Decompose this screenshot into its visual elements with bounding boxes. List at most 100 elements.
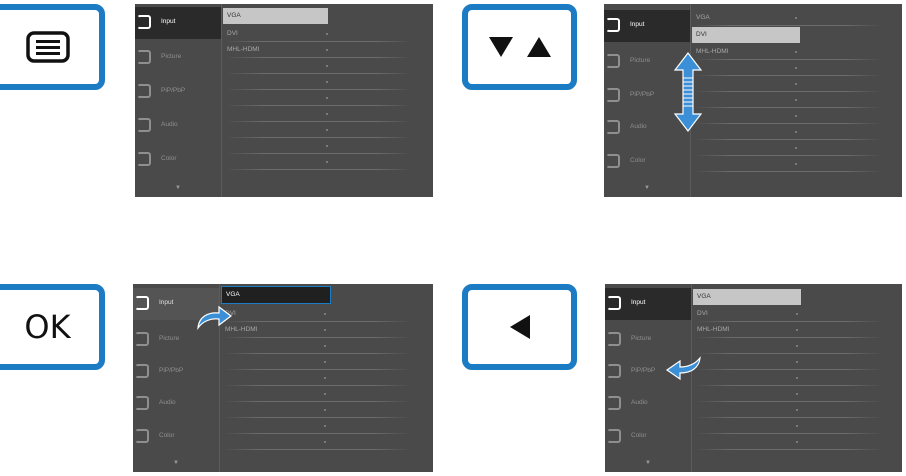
more-down-indicator: ▼ [175,185,181,191]
option-empty [693,338,883,354]
option-label: DVI [696,31,707,38]
sidebar-item-audio[interactable]: Audio [133,388,219,420]
option-vga[interactable]: VGA [692,10,882,26]
sidebar-item-audio[interactable]: Audio [605,388,691,420]
option-empty [693,434,883,450]
bullet [796,425,798,427]
sidebar-item-label: Color [159,432,175,439]
option-mhl-hdmi[interactable]: MHL-HDMI [223,42,413,58]
sidebar-item-label: Picture [631,335,652,342]
audio-icon [137,118,151,132]
option-empty [221,338,411,354]
option-empty [221,370,411,386]
audio-icon [606,120,620,134]
bullet [326,81,328,83]
curved-right-arrow-icon [197,305,232,330]
input-icon [607,296,621,310]
bullet [324,361,326,363]
option-vga[interactable]: VGA [223,8,328,24]
sidebar-item-label: Picture [630,57,651,64]
bullet [795,131,797,133]
option-vga[interactable]: VGA [221,286,331,304]
bullet [326,161,328,163]
sidebar-item-label: Input [631,299,646,306]
option-dvi[interactable]: DVI [692,27,800,43]
picture-icon [607,332,621,346]
sidebar-item-picture[interactable]: Picture [135,42,221,74]
sidebar-item-picture[interactable]: Picture [605,324,691,356]
option-mhl-hdmi[interactable]: MHL-HDMI [693,322,883,338]
option-mhl-hdmi[interactable]: MHL-HDMI [692,44,882,60]
sidebar-item-label: Color [161,155,177,162]
up-down-button[interactable] [462,4,577,90]
divider [695,449,883,450]
bullet [326,97,328,99]
option-dvi[interactable]: DVI [223,26,413,42]
sidebar-item-color[interactable]: Color [605,421,691,453]
option-empty [692,60,882,76]
sidebar-item-color[interactable]: Color [133,421,219,453]
sidebar-item-color[interactable]: Color [135,144,221,176]
option-empty [221,402,411,418]
bullet [796,441,798,443]
option-empty [223,154,413,170]
pip-icon [135,364,149,378]
ok-label: OK [24,308,71,346]
option-label: MHL-HDMI [697,326,730,333]
input-icon [606,18,620,32]
option-dvi[interactable]: DVI [221,306,411,322]
left-button[interactable] [462,284,577,370]
option-empty [693,354,883,370]
sidebar-item-input[interactable]: Input [135,7,221,39]
sidebar-item-label: Picture [159,335,180,342]
option-empty [223,90,413,106]
sidebar-item-label: PiP/PbP [631,367,656,374]
sidebar-item-label: PiP/PbP [161,87,186,94]
bullet [326,49,328,51]
option-empty [223,106,413,122]
osd-sidebar: Input Picture PiP/PbP Audio Color ▼ [135,4,221,197]
sidebar-item-input[interactable]: Input [604,10,690,42]
audio-icon [607,396,621,410]
color-icon [135,429,149,443]
sidebar-item-color[interactable]: Color [604,146,690,178]
sidebar-item-input[interactable]: Input [605,288,691,320]
option-empty [221,386,411,402]
menu-button[interactable] [0,4,105,90]
bullet [795,51,797,53]
ok-button[interactable]: OK [0,284,105,370]
option-empty [221,418,411,434]
bullet [326,33,328,35]
option-empty [223,122,413,138]
osd-panel-3: Input Picture PiP/PbP Audio Color ▼ VGA … [133,284,433,472]
color-icon [137,152,151,166]
bullet [795,163,797,165]
bullet [795,83,797,85]
option-empty [692,76,882,92]
option-empty [692,140,882,156]
option-empty [692,108,882,124]
sidebar-item-pip[interactable]: PiP/PbP [135,76,221,108]
sidebar-item-label: Audio [630,123,647,130]
option-dvi[interactable]: DVI [693,306,883,322]
color-icon [606,154,620,168]
input-icon [137,15,151,29]
sidebar-item-audio[interactable]: Audio [135,110,221,142]
sidebar-item-pip[interactable]: PiP/PbP [133,356,219,388]
bullet [324,441,326,443]
option-empty [223,138,413,154]
option-label: VGA [697,293,711,300]
divider [225,169,413,170]
bullet [796,393,798,395]
option-mhl-hdmi[interactable]: MHL-HDMI [221,322,411,338]
more-down-indicator: ▼ [645,460,651,466]
option-empty [221,354,411,370]
bullet [795,99,797,101]
bullet [795,115,797,117]
divider [221,4,222,197]
option-vga[interactable]: VGA [693,289,801,305]
audio-icon [135,396,149,410]
picture-icon [606,54,620,68]
divider [694,171,882,172]
sidebar-item-label: Color [630,157,646,164]
